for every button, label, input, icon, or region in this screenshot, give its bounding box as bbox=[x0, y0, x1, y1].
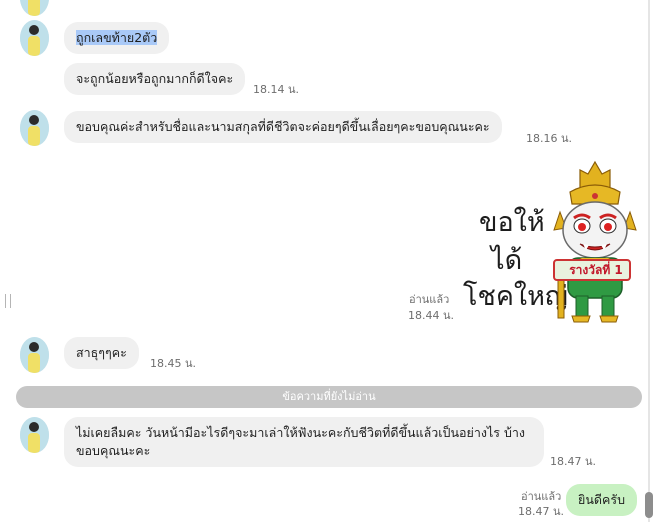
message-bubble-incoming[interactable]: สาธุๆๆคะ bbox=[64, 337, 139, 369]
message-text: ยินดีครับ bbox=[578, 492, 625, 507]
message-bubble-incoming[interactable]: ไม่เคยลืมคะ วันหน้ามีอะไรดีๆจะมาเล่าให้ฟ… bbox=[64, 417, 544, 467]
message-text: จะถูกน้อยหรือถูกมากก็ดีใจคะ bbox=[76, 71, 234, 86]
sticker-message[interactable]: ขอให้ ได้ โชคใหญ่ รางวัลที่ 1 bbox=[455, 160, 645, 325]
sticker-text-line1: ขอให้ bbox=[479, 207, 545, 238]
message-text-selected: ถูกเลขท้าย2ตัว bbox=[76, 30, 158, 45]
message-timestamp: 18.16 น. bbox=[526, 132, 573, 145]
contact-avatar[interactable] bbox=[20, 337, 49, 373]
sticker-badge-label: รางวัลที่ 1 bbox=[569, 263, 623, 277]
message-timestamp: 18.45 น. bbox=[150, 357, 197, 370]
message-text: ขอบคุณค่ะสำหรับชื่อและนามสกุลที่ดีชีวิตจ… bbox=[76, 119, 490, 134]
message-bubble-incoming[interactable]: ถูกเลขท้าย2ตัว bbox=[64, 22, 170, 54]
contact-avatar[interactable] bbox=[20, 20, 49, 56]
message-bubble-incoming[interactable]: ขอบคุณค่ะสำหรับชื่อและนามสกุลที่ดีชีวิตจ… bbox=[64, 111, 502, 143]
contact-avatar[interactable] bbox=[20, 0, 49, 16]
unread-messages-divider: ข้อความที่ยังไม่อ่าน bbox=[16, 386, 642, 408]
message-timestamp: 18.44 น. bbox=[408, 309, 455, 322]
chat-window: ถูกเลขท้าย2ตัว จะถูกน้อยหรือถูกมากก็ดีใจ… bbox=[0, 0, 653, 522]
contact-avatar[interactable] bbox=[20, 110, 49, 146]
giant-guardian-illustration bbox=[553, 160, 637, 323]
panel-border bbox=[648, 0, 650, 522]
sticker-text-line2: ได้ bbox=[491, 245, 523, 276]
read-receipt: อ่านแล้ว bbox=[521, 490, 562, 503]
contact-avatar[interactable] bbox=[20, 417, 49, 453]
message-text: สาธุๆๆคะ bbox=[76, 345, 127, 360]
read-receipt: อ่านแล้ว bbox=[409, 293, 450, 306]
message-timestamp: 18.47 น. bbox=[550, 455, 597, 468]
message-bubble-outgoing[interactable]: ยินดีครับ bbox=[566, 484, 637, 516]
message-timestamp: 18.14 น. bbox=[253, 83, 300, 96]
vertical-drag-handle-icon[interactable] bbox=[5, 294, 11, 308]
message-text: ไม่เคยลืมคะ วันหน้ามีอะไรดีๆจะมาเล่าให้ฟ… bbox=[76, 425, 526, 458]
scrollbar-thumb[interactable] bbox=[645, 492, 653, 518]
message-bubble-incoming[interactable]: จะถูกน้อยหรือถูกมากก็ดีใจคะ bbox=[64, 63, 246, 95]
message-timestamp: 18.47 น. bbox=[518, 505, 565, 518]
